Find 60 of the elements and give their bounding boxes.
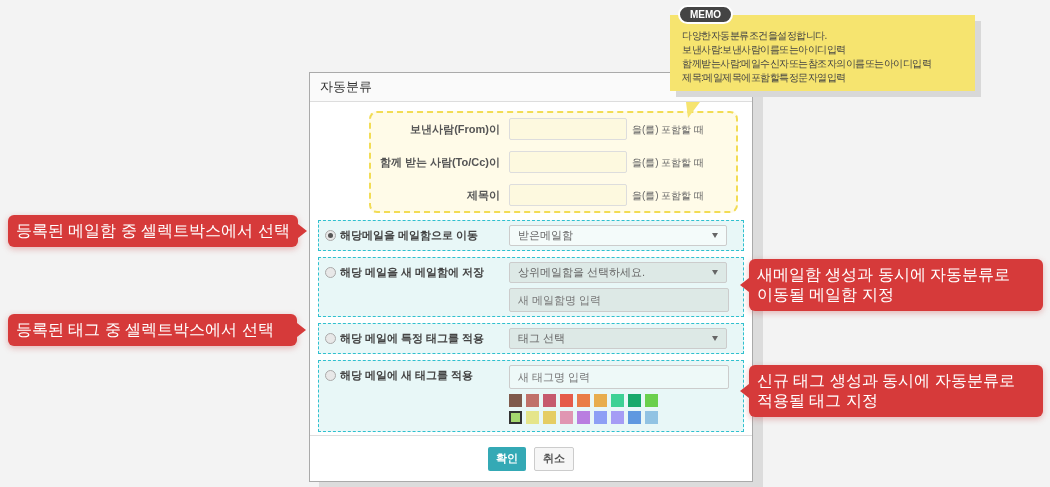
color-swatch[interactable]	[526, 394, 539, 407]
cancel-button[interactable]: 취소	[534, 446, 574, 471]
caret-icon	[712, 233, 718, 238]
radio-button[interactable]	[325, 370, 336, 381]
callout: 등록된 태그 중 셀렉트박스에서 선택	[8, 314, 297, 346]
option-label: 해당 메일에 특정 태그를 적용	[340, 331, 485, 347]
callout: 새메일함 생성과 동시에 자동분류로 이동될 메일함 지정	[749, 259, 1043, 311]
color-swatch[interactable]	[645, 411, 658, 424]
color-swatch[interactable]	[526, 411, 539, 424]
dialog-title: 자동분류	[320, 78, 372, 97]
memo-text: 함께받는사람:메일수신자또는참조자의이름또는아이디입력	[682, 57, 933, 71]
input-field[interactable]	[509, 118, 627, 140]
input-field[interactable]	[509, 151, 627, 173]
radio-button[interactable]	[325, 267, 336, 278]
memo-text: 제목:메일제목에포함할특정문자열입력	[682, 71, 847, 85]
input-field[interactable]: 새 태그명 입력	[509, 365, 729, 389]
color-swatch[interactable]	[577, 411, 590, 424]
option-label: 해당 메일을 새 메일함에 저장	[340, 265, 485, 281]
radio-button[interactable]	[325, 333, 336, 344]
color-swatch[interactable]	[577, 394, 590, 407]
caret-icon	[712, 270, 718, 275]
color-swatch[interactable]	[560, 394, 573, 407]
field-label: 보낸사람(From)이	[409, 121, 500, 137]
caret-icon	[712, 336, 718, 341]
field-suffix: 을(를) 포함할 때	[632, 155, 705, 170]
field-suffix: 을(를) 포함할 때	[632, 188, 705, 203]
input-field[interactable]	[509, 184, 627, 206]
radio-button[interactable]	[325, 230, 336, 241]
dropdown[interactable]: 받은메일함	[509, 225, 727, 246]
confirm-button[interactable]: 확인	[488, 446, 526, 471]
color-swatch[interactable]	[628, 411, 641, 424]
color-swatch[interactable]	[543, 394, 556, 407]
option-label: 해당메일을 메일함으로 이동	[340, 228, 479, 244]
option-label: 해당 메일에 새 태그를 적용	[340, 368, 474, 384]
callout-pointer	[297, 323, 306, 337]
color-swatch[interactable]	[543, 411, 556, 424]
memo-text: 보낸사람:보낸사람이름또는아이디입력	[682, 43, 847, 57]
dropdown[interactable]: 상위메일함을 선택하세요.	[509, 262, 727, 283]
memo-text: 다양한자동분류조건을설정합니다.	[682, 29, 828, 43]
callout: 신규 태그 생성과 동시에 자동분류로 적용될 태그 지정	[749, 365, 1043, 417]
input-field[interactable]: 새 메일함명 입력	[509, 288, 729, 312]
color-swatch[interactable]	[611, 394, 624, 407]
color-swatch[interactable]	[645, 394, 658, 407]
color-swatch[interactable]	[594, 411, 607, 424]
field-label: 함께 받는 사람(To/Cc)이	[378, 154, 500, 170]
memo-badge: MEMO	[678, 5, 734, 24]
color-swatch[interactable]	[509, 394, 522, 407]
color-swatch[interactable]	[628, 394, 641, 407]
color-swatch[interactable]	[560, 411, 573, 424]
callout: 등록된 메일함 중 셀렉트박스에서 선택	[8, 215, 298, 247]
dropdown[interactable]: 태그 선택	[509, 328, 727, 349]
callout-pointer	[297, 224, 307, 238]
callout-pointer	[740, 384, 749, 398]
memo-pointer	[686, 102, 700, 118]
color-swatch[interactable]	[611, 411, 624, 424]
field-label: 제목이	[466, 187, 500, 203]
field-suffix: 을(를) 포함할 때	[632, 122, 705, 137]
color-swatch[interactable]	[594, 394, 607, 407]
callout-pointer	[740, 278, 749, 292]
color-swatch[interactable]	[509, 411, 522, 424]
